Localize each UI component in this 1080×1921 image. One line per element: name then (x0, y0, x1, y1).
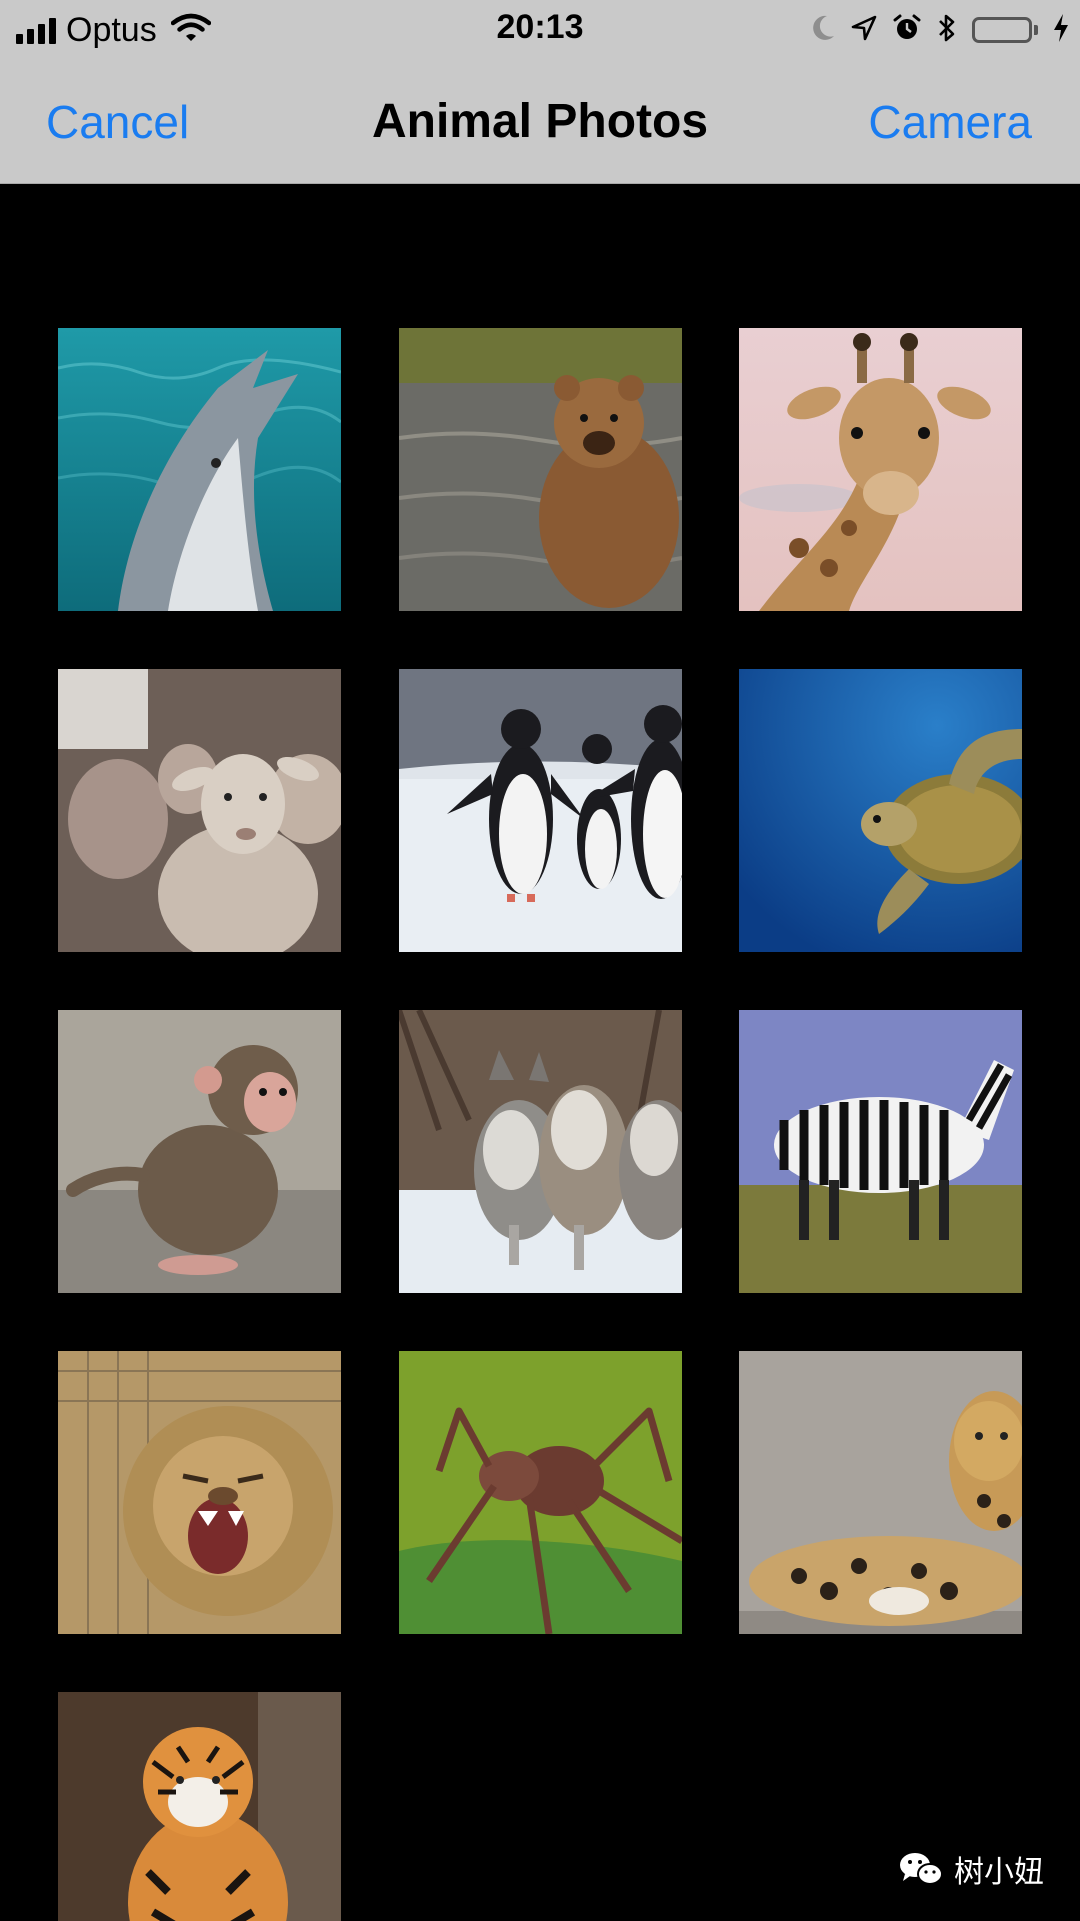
photo-dolphin[interactable] (58, 328, 341, 611)
photo-leopard[interactable] (739, 1351, 1022, 1634)
charging-icon (1052, 13, 1070, 48)
photo-grid: 树小妞 (0, 184, 1080, 1921)
bluetooth-icon (936, 12, 958, 49)
camera-button[interactable]: Camera (868, 60, 1032, 184)
wechat-icon (898, 1850, 944, 1888)
battery-icon (972, 17, 1038, 43)
navigation-bar: Cancel Animal Photos Camera (0, 60, 1080, 184)
photo-spider[interactable] (399, 1351, 682, 1634)
photo-penguins[interactable] (399, 669, 682, 952)
status-bar: Optus 20:13 (0, 0, 1080, 60)
status-bar-right (810, 8, 1070, 52)
photo-lion[interactable] (58, 1351, 341, 1634)
moon-icon (810, 14, 836, 47)
photo-tiger[interactable] (58, 1692, 341, 1921)
alarm-icon (892, 13, 922, 48)
photo-giraffe[interactable] (739, 328, 1022, 611)
watermark-text: 树小妞 (954, 1856, 1044, 1889)
photo-monkey[interactable] (58, 1010, 341, 1293)
photo-wolves[interactable] (399, 1010, 682, 1293)
cancel-button[interactable]: Cancel (46, 60, 189, 184)
photo-zebras[interactable] (739, 1010, 1022, 1293)
location-icon (850, 14, 878, 47)
photo-sea-turtle[interactable] (739, 669, 1022, 952)
photo-bear[interactable] (399, 328, 682, 611)
photo-sheep[interactable] (58, 669, 341, 952)
watermark: 树小妞 (898, 1847, 1044, 1891)
